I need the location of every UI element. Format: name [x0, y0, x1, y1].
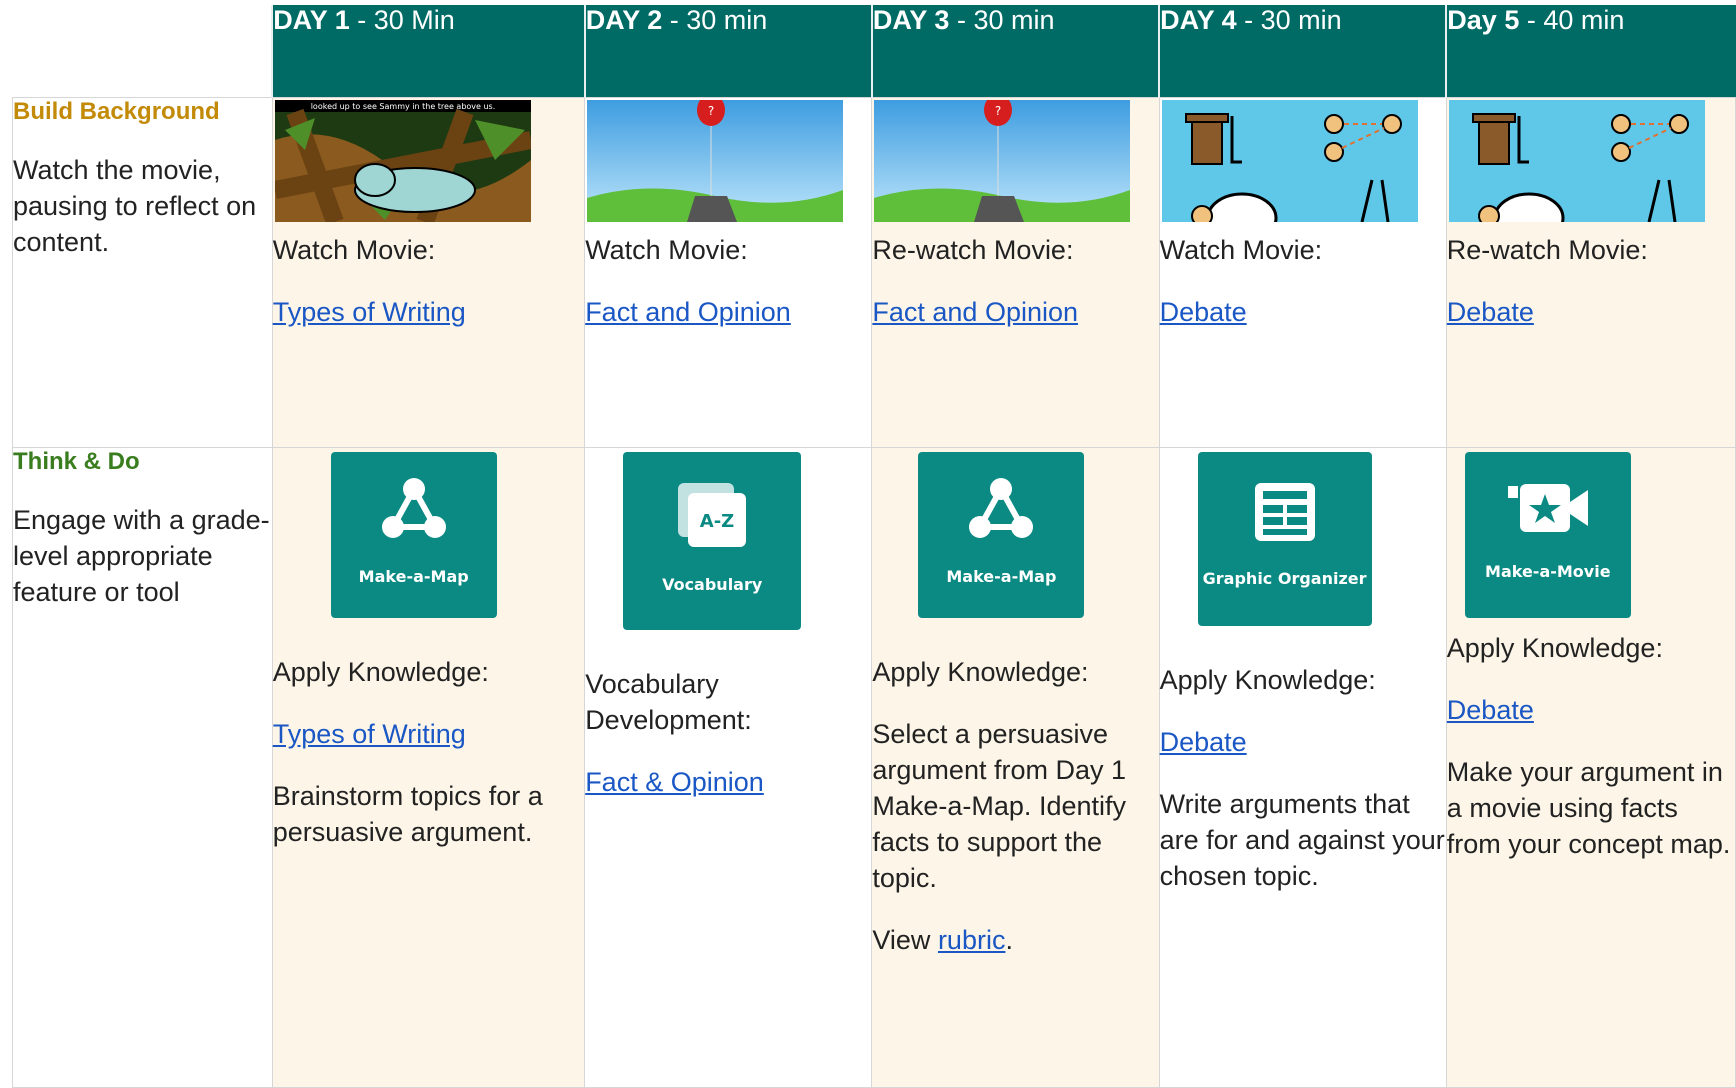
day-header-1: DAY 1 - 30 Min: [271, 5, 585, 97]
day1-think-cell: Make-a-Map Apply Knowledge: Types of Wri…: [271, 446, 586, 1088]
day2-build-label: Watch Movie:: [585, 234, 748, 265]
day5-think-text: Make your argument in a movie using fact…: [1446, 756, 1731, 859]
map-icon: [381, 477, 446, 538]
day2-build-cell: ? Watch Movie: Fact and Opinion: [584, 96, 873, 448]
day4-build-movie-link[interactable]: Debate: [1160, 297, 1247, 327]
tool-name: Vocabulary: [662, 574, 763, 594]
day2-think-cell: A-Z Vocabulary Vocabulary Development: F…: [584, 446, 873, 1088]
day5-build-label: Re-watch Movie:: [1446, 234, 1648, 265]
think-and-do-description: Engage with a grade-level appropriate fe…: [13, 504, 270, 607]
make-a-map-tile[interactable]: Make-a-Map: [330, 451, 497, 618]
tool-name: Graphic Organizer: [1202, 568, 1367, 588]
day3-think-label: Apply Knowledge:: [872, 656, 1089, 687]
build-background-row: Build Background Watch the movie, pausin…: [12, 96, 1736, 448]
svg-text:?: ?: [995, 104, 1001, 118]
tool-name: Make-a-Map: [946, 566, 1057, 586]
day1-think-text: Brainstorm topics for a persuasive argum…: [272, 780, 543, 847]
lesson-plan-table: DAY 1 - 30 Min DAY 2 - 30 min DAY 3 - 30…: [12, 5, 1736, 1088]
day-header-3: DAY 3 - 30 min: [870, 5, 1160, 97]
day1-think-link[interactable]: Types of Writing: [273, 716, 585, 752]
day3-build-movie-link[interactable]: Fact and Opinion: [872, 297, 1078, 327]
day3-rubric-line: View rubric.: [872, 924, 1013, 955]
day3-think-text: Select a persuasive argument from Day 1 …: [872, 718, 1126, 893]
day1-build-cell: looked up to see Sammy in the tree above…: [271, 96, 586, 448]
day1-think-label: Apply Knowledge:: [272, 656, 489, 687]
day2-build-movie-link[interactable]: Fact and Opinion: [585, 297, 791, 327]
make-a-movie-icon: [1507, 483, 1588, 532]
make-a-map-tile[interactable]: Make-a-Map: [918, 451, 1085, 618]
day4-think-text: Write arguments that are for and against…: [1159, 788, 1445, 891]
vocabulary-tile[interactable]: A-Z Vocabulary: [623, 451, 802, 630]
day5-build-cell: Re-watch Movie: Debate: [1445, 96, 1736, 448]
think-and-do-title: Think & Do: [13, 447, 140, 475]
movie-thumbnail-cat[interactable]: looked up to see Sammy in the tree above…: [274, 99, 531, 222]
day3-think-cell: Make-a-Map Apply Knowledge: Select a per…: [871, 446, 1160, 1088]
graphic-organizer-tile[interactable]: Graphic Organizer: [1197, 451, 1372, 626]
svg-text:A-Z: A-Z: [700, 511, 734, 532]
day5-think-cell: Make-a-Movie Apply Knowledge: Debate Mak…: [1445, 446, 1736, 1088]
day-header-2: DAY 2 - 30 min: [583, 5, 872, 97]
movie-thumbnail-balloon[interactable]: ?: [874, 99, 1131, 222]
day4-build-cell: Watch Movie: Debate: [1158, 96, 1447, 448]
movie-thumbnail-debate[interactable]: [1161, 99, 1418, 222]
day1-build-label: Watch Movie:: [272, 234, 436, 265]
day-header-4: DAY 4 - 30 min: [1158, 5, 1447, 97]
day3-build-label: Re-watch Movie:: [872, 234, 1074, 265]
map-icon: [969, 477, 1034, 538]
vocabulary-icon: A-Z: [678, 482, 747, 547]
make-a-movie-tile[interactable]: Make-a-Movie: [1464, 451, 1631, 618]
tool-name: Make-a-Movie: [1485, 561, 1611, 581]
day2-think-label: Vocabulary Development:: [585, 668, 752, 735]
think-and-do-label-cell: Think & Do Engage with a grade-level app…: [12, 446, 273, 1088]
movie-thumbnail-debate[interactable]: [1448, 99, 1705, 222]
day4-build-label: Watch Movie:: [1159, 234, 1323, 265]
tool-name: Make-a-Map: [358, 566, 469, 586]
day1-build-movie-link[interactable]: Types of Writing: [273, 297, 466, 327]
build-background-label-cell: Build Background Watch the movie, pausin…: [12, 96, 273, 448]
day2-think-link[interactable]: Fact & Opinion: [585, 764, 871, 800]
svg-text:?: ?: [708, 104, 714, 118]
day4-think-cell: Graphic Organizer Apply Knowledge: Debat…: [1158, 446, 1447, 1088]
day3-build-cell: ? Re-watch Movie: Fact and Opinion: [871, 96, 1160, 448]
header-row: DAY 1 - 30 Min DAY 2 - 30 min DAY 3 - 30…: [12, 5, 1736, 97]
day-header-5: Day 5 - 40 min: [1445, 5, 1736, 97]
day4-think-label: Apply Knowledge:: [1159, 664, 1376, 695]
build-background-description: Watch the movie, pausing to reflect on c…: [13, 154, 257, 257]
graphic-organizer-icon: [1254, 482, 1315, 541]
rubric-link[interactable]: rubric: [938, 925, 1006, 955]
build-background-title: Build Background: [13, 97, 220, 125]
day5-think-link[interactable]: Debate: [1447, 692, 1735, 728]
movie-thumbnail-balloon[interactable]: ?: [587, 99, 844, 222]
day5-think-label: Apply Knowledge:: [1446, 632, 1663, 663]
header-corner: [12, 5, 273, 97]
svg-text:looked up to see Sammy in the: looked up to see Sammy in the tree above…: [310, 102, 495, 111]
day4-think-link[interactable]: Debate: [1160, 724, 1446, 760]
day5-build-movie-link[interactable]: Debate: [1447, 297, 1534, 327]
think-and-do-row: Think & Do Engage with a grade-level app…: [12, 446, 1736, 1088]
